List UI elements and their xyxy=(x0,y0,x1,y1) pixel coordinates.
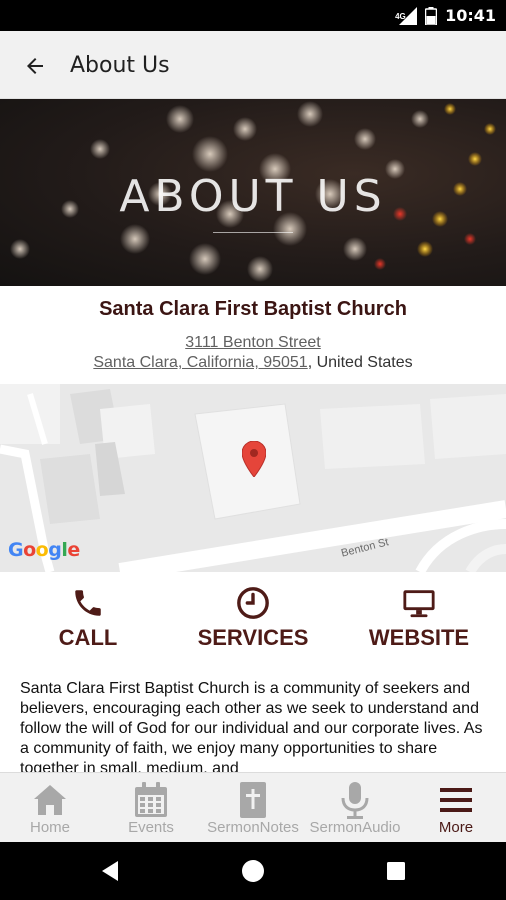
address-line-2: Santa Clara, California, 95051, United S… xyxy=(0,354,506,372)
city-link[interactable]: Santa Clara, California, 95051 xyxy=(93,354,307,371)
nav-home[interactable]: Home xyxy=(0,773,100,843)
nav-more[interactable]: More xyxy=(406,773,506,843)
toolbar: About Us xyxy=(0,31,506,99)
page-title: About Us xyxy=(70,53,170,78)
clock-icon xyxy=(237,587,269,619)
system-navigation-bar xyxy=(0,842,506,900)
bible-icon xyxy=(240,782,266,818)
call-label: CALL xyxy=(58,625,118,650)
back-button[interactable] xyxy=(14,45,56,87)
arrow-left-icon xyxy=(27,58,43,74)
services-label: SERVICES xyxy=(197,625,309,650)
map-pin-icon[interactable] xyxy=(242,441,266,477)
calendar-icon xyxy=(135,782,167,817)
address-separator: , xyxy=(307,354,317,371)
nav-sermonnotes-label: SermonNotes xyxy=(207,819,299,836)
hero-divider xyxy=(213,232,293,233)
home-circle-icon[interactable] xyxy=(238,856,268,886)
network-label: 4G xyxy=(395,11,406,21)
nav-sermonaudio-label: SermonAudio xyxy=(309,819,401,836)
phone-icon xyxy=(75,590,101,616)
nav-sermonaudio[interactable]: SermonAudio xyxy=(304,773,406,843)
menu-icon xyxy=(440,788,472,812)
organization-info: Santa Clara First Baptist Church 3111 Be… xyxy=(0,286,506,384)
nav-events[interactable]: Events xyxy=(100,773,202,843)
map-view[interactable]: Google Benton St xyxy=(0,384,506,572)
country: United States xyxy=(316,354,413,371)
status-time: 10:41 xyxy=(445,6,496,25)
signal-icon: 4G xyxy=(395,6,418,25)
call-button[interactable]: CALL xyxy=(8,586,168,656)
organization-name: Santa Clara First Baptist Church xyxy=(99,298,407,320)
status-bar: 4G 10:41 xyxy=(0,0,506,31)
recents-square-icon[interactable] xyxy=(381,856,411,886)
action-row: CALL SERVICES WEBSITE xyxy=(0,586,506,656)
bottom-navigation: Home Events SermonNotes SermonAudio More xyxy=(0,772,506,842)
address-line-1: 3111 Benton Street xyxy=(0,334,506,352)
nav-sermonnotes[interactable]: SermonNotes xyxy=(202,773,304,843)
status-icons: 4G 10:41 xyxy=(395,0,496,31)
description-text: Santa Clara First Baptist Church is a co… xyxy=(20,680,483,772)
google-logo: Google xyxy=(8,539,80,561)
microphone-icon xyxy=(341,782,369,819)
services-button[interactable]: SERVICES xyxy=(173,586,333,656)
hero-title: ABOUT US xyxy=(119,171,387,222)
website-label: WEBSITE xyxy=(368,625,470,650)
hero-banner: ABOUT US xyxy=(0,99,506,286)
street-link[interactable]: 3111 Benton Street xyxy=(185,334,321,351)
back-triangle-icon[interactable] xyxy=(96,856,126,886)
monitor-icon xyxy=(403,590,435,618)
nav-more-label: More xyxy=(438,819,474,836)
home-icon xyxy=(34,785,66,815)
nav-events-label: Events xyxy=(128,819,174,836)
battery-icon xyxy=(424,6,438,26)
website-button[interactable]: WEBSITE xyxy=(339,586,499,656)
nav-home-label: Home xyxy=(29,819,70,836)
